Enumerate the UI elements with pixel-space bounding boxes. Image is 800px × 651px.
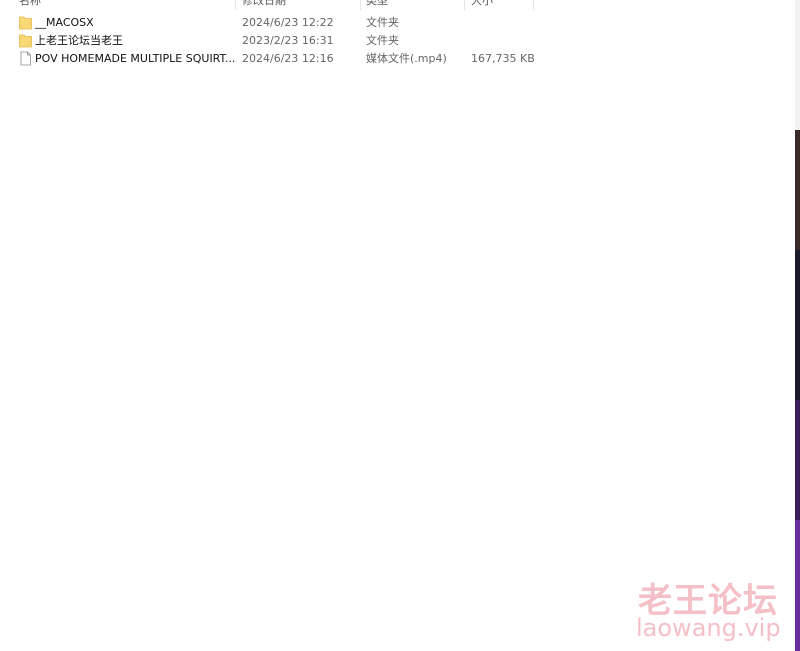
file-modified: 2024/6/23 12:16 — [242, 52, 334, 65]
column-header-type[interactable]: 类型 — [366, 0, 388, 8]
file-type: 媒体文件(.mp4) — [366, 52, 447, 65]
file-type: 文件夹 — [366, 34, 399, 47]
file-name: 上老王论坛当老王 — [35, 34, 123, 47]
folder-icon — [19, 15, 32, 33]
file-modified: 2023/2/23 16:31 — [242, 34, 334, 47]
column-divider[interactable] — [464, 0, 465, 10]
file-size: 167,735 KB — [471, 52, 535, 65]
column-divider[interactable] — [235, 0, 236, 10]
file-type: 文件夹 — [366, 16, 399, 29]
folder-icon — [19, 33, 32, 51]
file-icon — [19, 51, 32, 69]
column-divider[interactable] — [360, 0, 361, 10]
background-window-edge — [795, 0, 800, 651]
file-row[interactable]: 上老王论坛当老王 2023/2/23 16:31 文件夹 — [0, 32, 795, 50]
file-modified: 2024/6/23 12:22 — [242, 16, 334, 29]
column-divider[interactable] — [533, 0, 534, 10]
file-name: POV HOMEMADE MULTIPLE SQUIRT... — [35, 52, 236, 65]
file-row[interactable]: __MACOSX 2024/6/23 12:22 文件夹 — [0, 14, 795, 32]
file-name: __MACOSX — [35, 16, 94, 29]
column-header-modified[interactable]: 修改日期 — [242, 0, 286, 8]
file-row[interactable]: POV HOMEMADE MULTIPLE SQUIRT... 2024/6/2… — [0, 50, 795, 68]
column-header: 名称 修改日期 类型 大小 — [0, 0, 795, 10]
column-header-name[interactable]: 名称 — [19, 0, 41, 8]
column-header-size[interactable]: 大小 — [471, 0, 493, 8]
watermark-url: laowang.vip — [636, 614, 781, 642]
